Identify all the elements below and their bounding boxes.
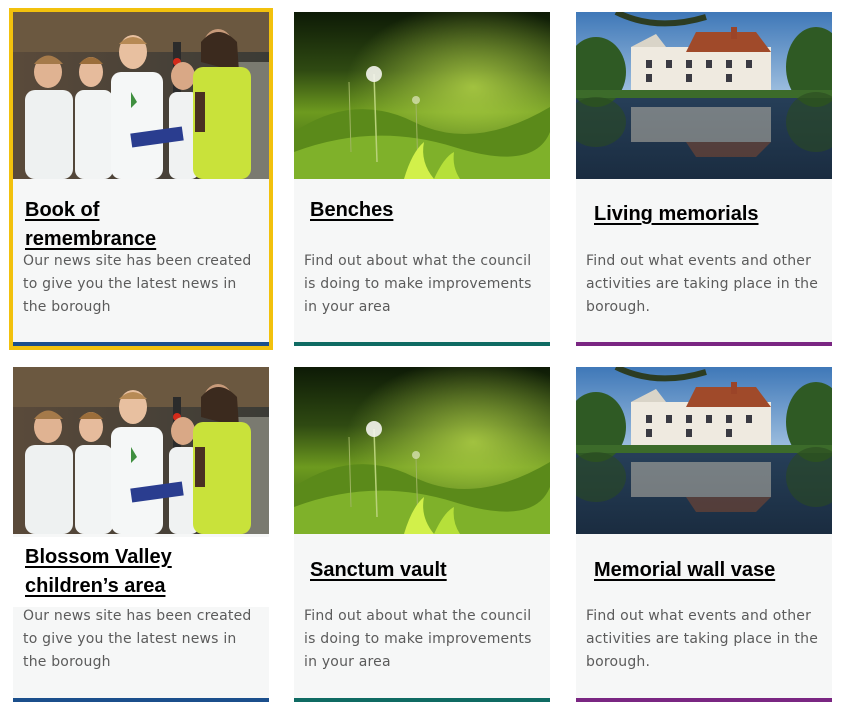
manor-house-lake-photo xyxy=(576,367,832,534)
card-accent-bar xyxy=(13,342,269,346)
dandelion-grass-photo xyxy=(294,367,550,534)
card-accent-bar xyxy=(294,698,550,702)
card-title[interactable]: Memorial wall vase xyxy=(594,556,775,585)
card-living-memorials[interactable]: Living memorials Find out what events an… xyxy=(576,12,832,346)
card-accent-bar xyxy=(576,698,832,702)
card-memorial-wall-vase[interactable]: Memorial wall vase Find out what events … xyxy=(576,367,832,702)
children-with-volunteer-photo xyxy=(13,12,269,179)
card-description: Find out about what the council is doing… xyxy=(304,253,532,315)
card-title[interactable]: Blossom Valley children’s area xyxy=(25,543,255,601)
card-description: Find out what events and other activitie… xyxy=(586,608,819,670)
card-title[interactable]: Book of remembrance xyxy=(25,196,205,254)
card-book-of-remembrance[interactable]: Book of remembrance Our news site has be… xyxy=(9,8,273,350)
card-title[interactable]: Living memorials xyxy=(594,200,759,229)
dandelion-grass-photo xyxy=(294,12,550,179)
card-sanctum-vault[interactable]: Sanctum vault Find out about what the co… xyxy=(294,367,550,702)
card-title[interactable]: Benches xyxy=(310,196,393,225)
children-with-volunteer-photo xyxy=(13,367,269,534)
card-description: Our news site has been created to give y… xyxy=(23,253,252,315)
card-accent-bar xyxy=(294,342,550,346)
card-blossom-valley-childrens-area[interactable]: Blossom Valley children’s area Our news … xyxy=(13,367,281,702)
card-accent-bar xyxy=(576,342,832,346)
manor-house-lake-photo xyxy=(576,12,832,179)
card-title[interactable]: Sanctum vault xyxy=(310,556,447,585)
card-benches[interactable]: Benches Find out about what the council … xyxy=(294,12,550,346)
card-description: Find out what events and other activitie… xyxy=(586,253,819,315)
card-description: Find out about what the council is doing… xyxy=(304,608,532,670)
card-accent-bar xyxy=(13,698,269,702)
card-description: Our news site has been created to give y… xyxy=(23,608,252,670)
